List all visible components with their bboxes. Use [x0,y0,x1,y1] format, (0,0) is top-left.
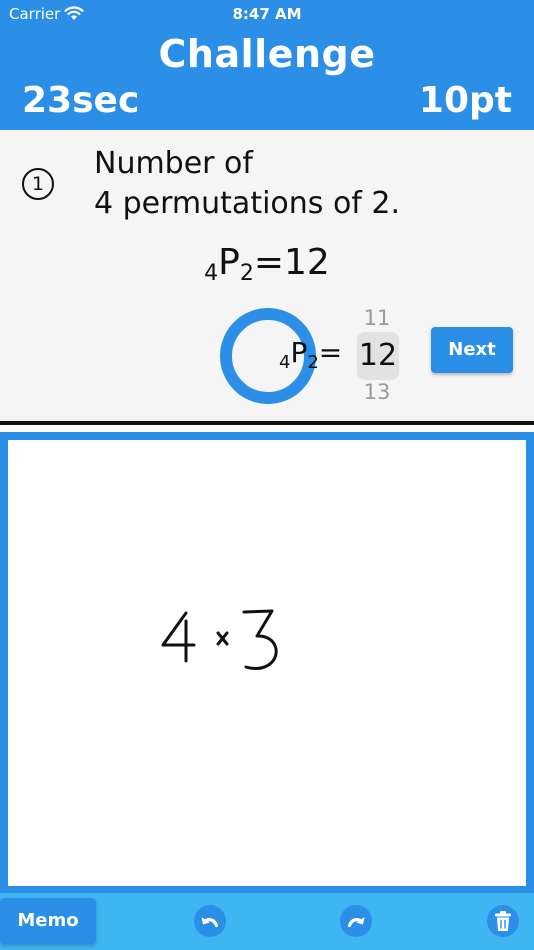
answer-formula: 4P2= [279,336,342,373]
status-bar: Carrier 8:47 AM [0,0,534,30]
formula-n: 4 [204,261,219,286]
redo-icon[interactable] [340,905,372,937]
status-time: 8:47 AM [232,5,302,23]
memo-frame [0,432,534,894]
memo-handwriting [161,609,278,671]
header-bar: Carrier 8:47 AM Challenge 23sec 10pt [0,0,534,130]
question-text: Number of 4 permutations of 2. [94,144,400,224]
points-display: 10pt [418,80,512,121]
answer-n: 4 [279,352,291,373]
timer-display: 23sec [22,80,140,121]
picker-option-prev[interactable]: 11 [356,306,398,330]
picker-option-next[interactable]: 13 [356,380,398,404]
section-divider [0,421,534,425]
question-panel: 1 Number of 4 permutations of 2. 4P2=12 … [0,130,534,422]
answer-picker-selected[interactable]: 12 [357,332,399,380]
page-title: Challenge [158,32,376,76]
question-number-badge: 1 [22,168,54,200]
next-button[interactable]: Next [431,327,513,373]
formula-symbol: P [218,242,240,283]
solution-formula: 4P2=12 [0,242,534,286]
trash-icon[interactable] [487,905,519,937]
formula-r: 2 [239,261,254,286]
undo-icon[interactable] [194,905,226,937]
answer-r: 2 [307,352,319,373]
formula-result: =12 [253,242,330,283]
bottom-toolbar: Memo [0,893,534,950]
question-text-line-2: 4 permutations of 2. [94,186,401,221]
answer-symbol: P [290,336,308,369]
memo-button[interactable]: Memo [0,898,96,944]
question-text-line-1: Number of [94,146,253,181]
answer-equals: = [318,336,343,369]
memo-drawing-canvas[interactable] [8,440,526,886]
